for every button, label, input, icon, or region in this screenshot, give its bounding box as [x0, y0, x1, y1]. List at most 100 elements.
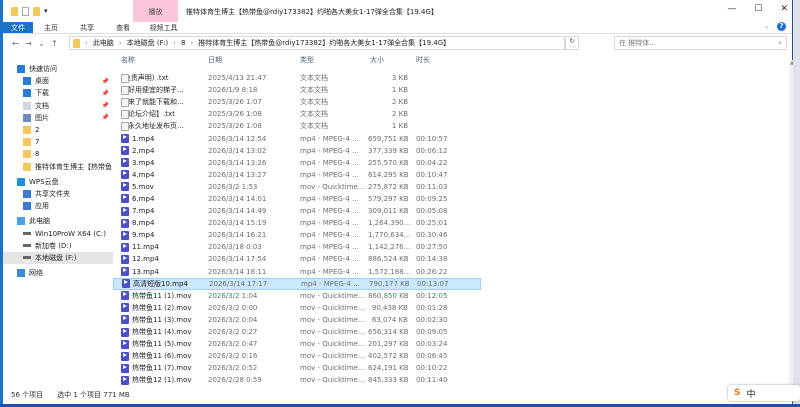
search-input[interactable]: 在 推特体... ⌕	[614, 36, 787, 50]
file-row[interactable]: 13.mp4 2026/3/14 18:11 mp4 - MPEG-4 ... 1,5…	[113, 266, 789, 278]
file-row[interactable]: 5.mov 2026/3/2 1:53 mov - Quicktime... 275,…	[113, 181, 789, 193]
address-bar[interactable]: › 此电脑 › 本地磁盘 (F:) › 8 › 推特体育生博主【热带鱼@rdiy1733…	[69, 36, 565, 50]
file-row[interactable]: (免责声明) .txt 2025/4/13 21:47 文本文档 3 KB	[113, 72, 789, 84]
file-row[interactable]: 11.mp4 2026/3/18 0:03 mp4 - MPEG-4 ... 1,14…	[113, 241, 789, 253]
file-name-text: 热带鱼11 (5).mov	[132, 340, 192, 349]
expand-ribbon-icon[interactable]: ⌄	[764, 22, 770, 30]
file-row[interactable]: 热带鱼11 (4).mov 2026/3/2 0:27 mov - Quicktim…	[113, 326, 789, 338]
file-date: 2026/3/14 18:11	[208, 267, 267, 276]
file-row[interactable]: 热带鱼12 (1).mov 2026/2/28 0:59 mov - Quickti…	[113, 374, 789, 386]
help-icon[interactable]: ?	[777, 22, 786, 31]
breadcrumb[interactable]: 本地磁盘 (F:)	[127, 38, 169, 48]
file-name-text: 热带鱼11 (4).mov	[132, 328, 192, 337]
customize-dropdown-icon[interactable]: ▾	[44, 7, 48, 15]
back-button[interactable]: ←	[9, 39, 22, 48]
file-date: 2026/3/14 16:21	[208, 231, 267, 240]
file-type: mov - Quicktime...	[300, 303, 365, 312]
column-type[interactable]: 类型	[300, 55, 314, 65]
sogou-logo-icon: S	[734, 388, 741, 398]
tab-share[interactable]: 共享	[69, 22, 105, 33]
file-name-text: 9.mp4	[132, 231, 155, 240]
file-row[interactable]: 热带鱼11 (1).mov 2026/3/2 1:04 mov - Quicktim…	[113, 290, 789, 302]
sidebar-item[interactable]: 2	[3, 124, 113, 136]
file-row[interactable]: 8.mp4 2026/3/14 15:19 mp4 - MPEG-4 ... 1,26…	[113, 217, 789, 229]
recent-locations-button[interactable]: ⌄	[35, 39, 48, 48]
file-row[interactable]: 热带鱼11 (6).mov 2026/3/2 0:16 mov - Quicktim…	[113, 350, 789, 362]
file-name-text: 高清短版10.mp4	[133, 279, 188, 288]
ime-toolbar[interactable]: S 中	[728, 385, 800, 401]
file-row[interactable]: 高清短版10.mp4 2026/3/14 17:17 mp4 - MPEG-4 ..…	[113, 277, 481, 290]
file-date: 2026/3/14 17:54	[208, 255, 267, 264]
sidebar-item[interactable]: WPS云盘	[3, 176, 113, 188]
sidebar-item[interactable]: 本地磁盘 (F:)	[3, 251, 113, 264]
ime-mode[interactable]: 中	[746, 387, 755, 400]
file-row[interactable]: 6.mp4 2026/3/14 14:01 mp4 - MPEG-4 ... 579,…	[113, 193, 789, 205]
column-date[interactable]: 日期	[208, 55, 222, 65]
file-row[interactable]: 热带鱼11 (3).mov 2026/3/2 0:04 mov - Quicktim…	[113, 314, 789, 326]
file-row[interactable]: 热带鱼11 (2).mov 2026/3/2 0:00 mov - Quicktim…	[113, 302, 789, 314]
sidebar-item[interactable]: 文档 📌	[3, 100, 113, 112]
properties-icon[interactable]	[22, 6, 29, 16]
file-row[interactable]: 【来了就能下载和... 2025/3/26 1:07 文本文档 2 KB	[113, 96, 789, 108]
file-size: 90,438 KB	[371, 303, 408, 312]
sidebar-item[interactable]: 7	[3, 136, 113, 148]
tab-file[interactable]: 文件	[3, 22, 33, 33]
tab-home[interactable]: 主页	[33, 22, 69, 33]
file-duration: 00:25:01	[416, 219, 448, 228]
sidebar-item[interactable]: 网络	[3, 267, 113, 279]
sidebar-item[interactable]: 快速访问	[3, 63, 113, 75]
file-row[interactable]: 9.mp4 2026/3/14 16:21 mp4 - MPEG-4 ... 1,77…	[113, 229, 789, 241]
file-row[interactable]: 【永久地址发布页... 2025/3/26 1:08 文本文档 1 KB	[113, 120, 789, 132]
breadcrumb[interactable]: 此电脑	[93, 38, 114, 48]
column-size[interactable]: 大小	[370, 55, 384, 65]
sidebar-item[interactable]: Win10ProW X64 (C:)	[3, 227, 113, 239]
video-file-icon	[121, 315, 129, 325]
file-row[interactable]: 热带鱼11 (5).mov 2026/3/2 0:47 mov - Quicktim…	[113, 338, 789, 350]
breadcrumb[interactable]: 8	[181, 39, 185, 47]
sidebar-item[interactable]: 下载 📌	[3, 87, 113, 99]
file-row[interactable]: 3.mp4 2026/3/14 13:26 mp4 - MPEG-4 ... 255,…	[113, 157, 789, 169]
file-name-text: 热带鱼11 (2).mov	[132, 303, 192, 312]
sidebar-item-label: 8	[35, 150, 40, 159]
file-size: 3 KB	[391, 74, 408, 83]
search-icon: ⌕	[778, 38, 782, 47]
tab-view[interactable]: 查看	[105, 22, 141, 33]
window-title: 推特体育生博主【热带鱼@rdiy173382】约啪各大美女1-17弹全合集【19…	[186, 8, 438, 16]
close-button[interactable]: ✕	[780, 4, 788, 14]
forward-button[interactable]: →	[22, 39, 35, 48]
sidebar-item[interactable]: 推特体育生博主【热带鱼	[3, 161, 113, 173]
sidebar-item[interactable]: 8	[3, 148, 113, 160]
file-row[interactable]: 1.mp4 2026/3/14 12:54 mp4 - MPEG-4 ... 659,…	[113, 132, 789, 144]
file-duration: 00:12:05	[416, 291, 448, 300]
column-duration[interactable]: 时长	[416, 55, 430, 65]
file-row[interactable]: 7.mp4 2026/3/14 14:49 mp4 - MPEG-4 ... 309,…	[113, 205, 789, 217]
sidebar-item[interactable]: 此电脑	[3, 215, 113, 227]
file-name-text: 热带鱼11 (6).mov	[132, 352, 192, 361]
sidebar-item[interactable]: 新加卷 (D:)	[3, 240, 113, 252]
file-size: 377,339 KB	[368, 146, 409, 155]
file-duration: 00:04:22	[416, 158, 448, 167]
file-size: 309,011 KB	[368, 207, 409, 216]
maximize-button[interactable]: ☐	[754, 4, 762, 14]
tab-video-tools[interactable]: 视频工具	[141, 22, 186, 33]
file-row[interactable]: 热带鱼11 (7).mov 2026/3/2 0:52 mov - Quicktim…	[113, 362, 789, 374]
minimize-button[interactable]: —	[727, 4, 736, 14]
drive-icon	[23, 244, 31, 248]
file-row[interactable]: 【论坛介绍】.txt 2025/3/26 1:08 文本文档 2 KB	[113, 108, 789, 120]
sidebar-item[interactable]: 应用	[3, 200, 113, 212]
refresh-button[interactable]: ↻	[565, 36, 579, 50]
sidebar-item[interactable]: 桌面 📌	[3, 75, 113, 87]
file-row[interactable]: 【好用便宜的梯子... 2026/1/9 8:18 文本文档 1 KB	[113, 84, 789, 96]
sidebar-item[interactable]: 共享文件夹	[3, 188, 113, 200]
file-row[interactable]: 2.mp4 2026/3/14 13:02 mp4 - MPEG-4 ... 377,…	[113, 145, 789, 157]
file-name-text: 2.mp4	[132, 146, 155, 155]
file-row[interactable]: 12.mp4 2026/3/14 17:54 mp4 - MPEG-4 ... 886…	[113, 253, 789, 265]
column-name[interactable]: 名称	[121, 55, 135, 65]
new-folder-icon[interactable]	[33, 6, 40, 16]
up-button[interactable]: ↑	[48, 39, 61, 48]
sidebar-item[interactable]: 图片 📌	[3, 112, 113, 124]
file-name: 9.mp4	[121, 230, 155, 240]
video-file-icon	[121, 327, 129, 337]
file-row[interactable]: 4.mp4 2026/3/14 13:27 mp4 - MPEG-4 ... 614,…	[113, 169, 789, 181]
breadcrumb[interactable]: 推特体育生博主【热带鱼@rdiy173382】约啪各大美女1-17弹全合集【19…	[198, 38, 450, 48]
